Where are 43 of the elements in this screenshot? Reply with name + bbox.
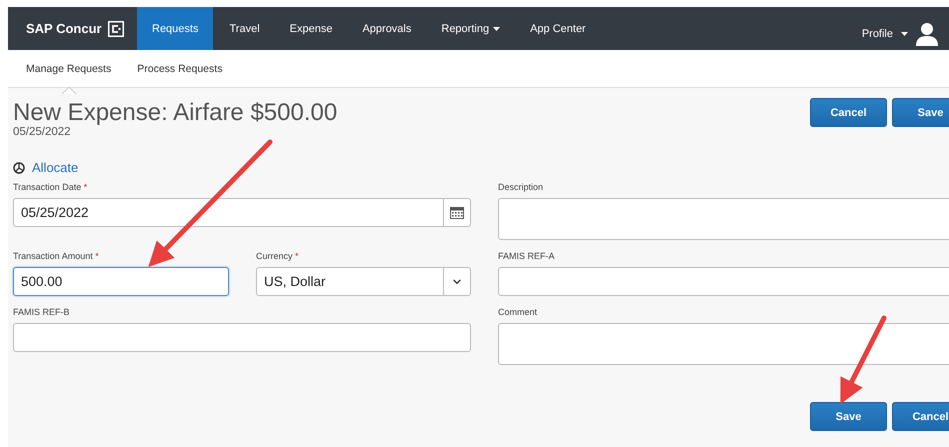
required-asterisk: * — [95, 251, 99, 262]
calendar-icon[interactable] — [450, 206, 464, 219]
logo-text: SAP Concur — [26, 21, 102, 36]
caret-icon — [901, 32, 908, 36]
text-area[interactable] — [498, 323, 949, 366]
nav-tab[interactable]: Approvals — [348, 7, 426, 50]
page-date: 05/25/2022 — [13, 126, 72, 138]
field-label: FAMIS REF-B — [13, 307, 70, 318]
input-field[interactable] — [498, 267, 949, 296]
subnav-tab[interactable]: Manage Requests — [26, 62, 112, 74]
avatar-icon[interactable] — [916, 22, 938, 46]
field-value: 500.00 — [21, 274, 62, 290]
logo-icon — [108, 20, 124, 36]
required-asterisk: * — [295, 251, 299, 262]
action-button[interactable]: Cancel — [892, 402, 949, 432]
allocate-link[interactable]: Allocate — [32, 160, 78, 176]
pie-chart-icon — [13, 162, 25, 174]
subnav-tab[interactable]: Process Requests — [137, 62, 222, 74]
nav-tab[interactable]: Reporting — [427, 7, 514, 50]
profile-menu[interactable]: Profile — [862, 7, 938, 50]
date-field[interactable]: 05/25/2022 — [13, 198, 471, 228]
action-button[interactable]: Cancel — [810, 98, 887, 127]
chevron-down-icon — [452, 278, 462, 286]
field-label: FAMIS REF-A — [498, 251, 555, 262]
field-label: Transaction Amount — [13, 251, 93, 262]
field-value: US, Dollar — [264, 274, 326, 290]
field-label: Transaction Date — [13, 182, 82, 192]
field-label: Description — [498, 182, 544, 192]
action-button[interactable]: Save — [892, 98, 949, 127]
nav-tab[interactable]: Requests — [137, 7, 214, 50]
action-button[interactable]: Save — [810, 402, 887, 432]
input-field[interactable]: 500.00 — [13, 267, 229, 296]
field-value: 05/25/2022 — [21, 205, 89, 220]
input-field[interactable] — [13, 323, 471, 352]
nav-tab[interactable]: Travel — [215, 7, 274, 50]
currency-dropdown[interactable]: US, Dollar — [256, 267, 471, 296]
field-label: Currency — [256, 251, 293, 262]
required-asterisk: * — [84, 182, 88, 192]
nav-tab[interactable]: Expense — [276, 7, 346, 50]
nav-tab[interactable]: App Center — [516, 7, 600, 50]
field-label: Comment — [498, 307, 538, 318]
page-title: New Expense: Airfare $500.00 — [13, 100, 338, 126]
text-area[interactable] — [498, 198, 949, 240]
